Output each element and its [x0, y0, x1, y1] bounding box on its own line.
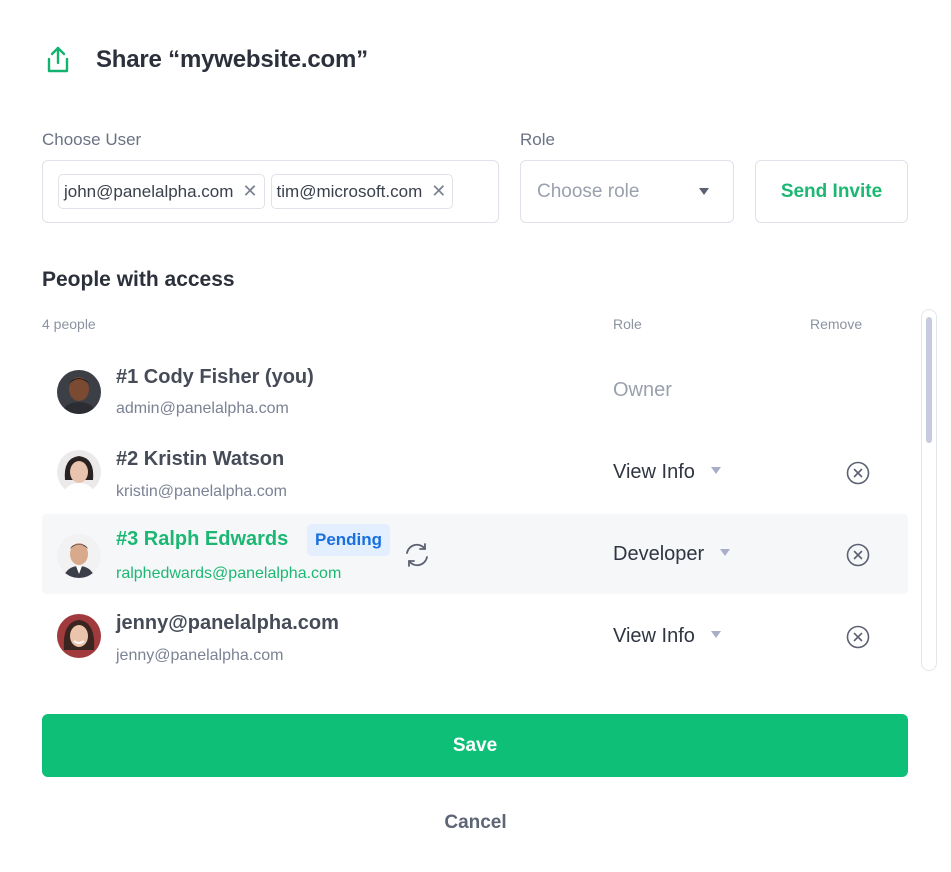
user-chip: john@panelalpha.com ✕ [58, 174, 265, 209]
person-row: #1 Cody Fisher (you) admin@panelalpha.co… [42, 350, 908, 430]
resend-invite-icon[interactable] [402, 540, 432, 570]
avatar [57, 534, 101, 578]
scrollbar-thumb[interactable] [926, 317, 932, 443]
cancel-button[interactable]: Cancel [0, 812, 951, 834]
people-count: 4 people [42, 316, 96, 332]
person-email: jenny@panelalpha.com [116, 647, 284, 664]
caret-down-icon [710, 631, 721, 639]
role-select[interactable]: Choose role [520, 160, 734, 223]
person-row: jenny@panelalpha.com jenny@panelalpha.co… [42, 596, 908, 676]
dialog-header: Share “mywebsite.com” [42, 44, 368, 76]
user-chip: tim@microsoft.com ✕ [270, 174, 454, 209]
role-label: Role [520, 130, 555, 149]
person-email: ralphedwards@panelalpha.com [116, 565, 342, 582]
person-role-select[interactable]: View Info [613, 461, 721, 484]
person-email: admin@panelalpha.com [116, 400, 289, 417]
remove-person-icon[interactable] [845, 542, 871, 568]
save-button[interactable]: Save [42, 714, 908, 777]
person-row: #3 Ralph Edwards Pending ralphedwards@pa… [42, 514, 908, 594]
chip-remove-icon[interactable]: ✕ [242, 181, 257, 202]
avatar [57, 450, 101, 494]
person-role: View Info [613, 625, 695, 647]
user-chip-email: tim@microsoft.com [276, 181, 423, 201]
person-role-select[interactable]: View Info [613, 625, 721, 648]
send-invite-button[interactable]: Send Invite [755, 160, 908, 223]
person-role: Owner [613, 379, 672, 401]
user-chip-email: john@panelalpha.com [64, 181, 234, 201]
person-name: jenny@panelalpha.com [116, 612, 339, 634]
share-icon [42, 44, 74, 76]
avatar [57, 370, 101, 414]
caret-down-icon [720, 549, 731, 557]
remove-person-icon[interactable] [845, 624, 871, 650]
person-name: #3 Ralph Edwards [116, 528, 289, 550]
avatar [57, 614, 101, 658]
person-row: #2 Kristin Watson kristin@panelalpha.com… [42, 432, 908, 512]
role-select-placeholder: Choose role [537, 180, 640, 202]
caret-down-icon [710, 467, 721, 475]
people-with-access-title: People with access [42, 268, 235, 291]
remove-column-header: Remove [810, 316, 863, 332]
person-name: #2 Kristin Watson [116, 448, 285, 470]
role-column-header: Role [613, 316, 642, 332]
person-role: View Info [613, 461, 695, 483]
person-role: Developer [613, 543, 705, 565]
chip-remove-icon[interactable]: ✕ [431, 181, 446, 202]
person-role-select[interactable]: Developer [613, 543, 731, 566]
people-list-scrollbar[interactable] [921, 309, 937, 671]
pending-badge: Pending [307, 524, 391, 556]
person-email: kristin@panelalpha.com [116, 483, 287, 500]
person-name: #1 Cody Fisher (you) [116, 366, 314, 388]
remove-person-icon[interactable] [845, 460, 871, 486]
user-input[interactable]: john@panelalpha.com ✕ tim@microsoft.com … [42, 160, 499, 223]
caret-down-icon [699, 188, 709, 195]
dialog-title: Share “mywebsite.com” [96, 46, 368, 73]
choose-user-label: Choose User [42, 130, 142, 149]
